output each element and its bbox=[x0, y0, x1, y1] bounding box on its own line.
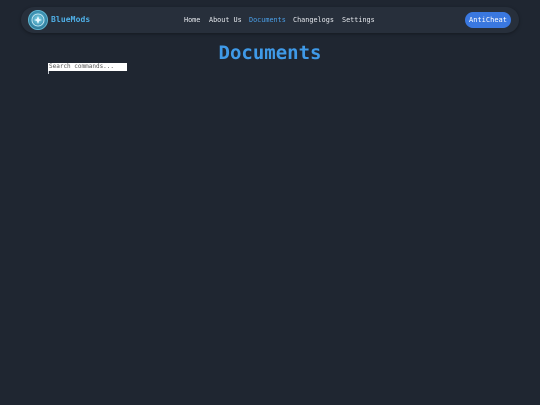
brand-name[interactable]: BlueMods bbox=[51, 14, 90, 26]
nav-link-home[interactable]: Home bbox=[184, 14, 200, 26]
page-title: Documents bbox=[218, 42, 322, 64]
text-cursor bbox=[48, 71, 49, 74]
navbar: BlueMods Home About Us Documents Changel… bbox=[21, 7, 519, 33]
nav-link-settings[interactable]: Settings bbox=[342, 14, 375, 26]
nav-link-about-us[interactable]: About Us bbox=[209, 14, 242, 26]
search-input[interactable] bbox=[48, 63, 127, 71]
bluemods-logo-icon[interactable] bbox=[28, 10, 48, 30]
page: BlueMods Home About Us Documents Changel… bbox=[0, 0, 540, 405]
anticheat-button[interactable]: AntiCheat bbox=[465, 12, 511, 28]
nav-link-documents[interactable]: Documents bbox=[249, 14, 286, 26]
nav-link-changelogs[interactable]: Changelogs bbox=[293, 14, 334, 26]
